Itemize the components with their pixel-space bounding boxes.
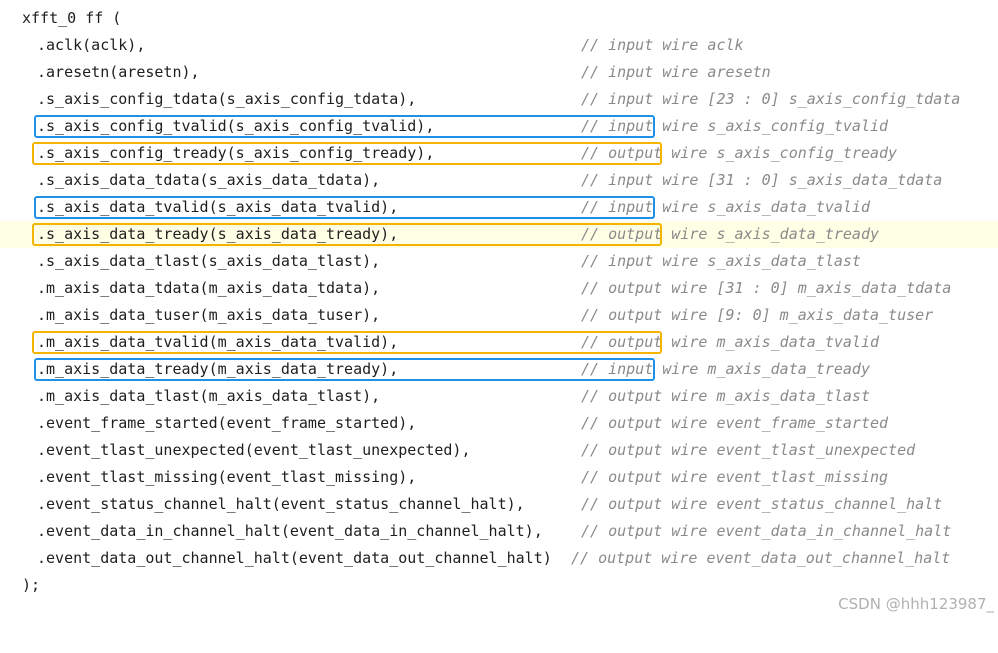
code-header-line: xfft_0 ff ( xyxy=(0,5,998,32)
port-map-line: .s_axis_config_tvalid(s_axis_config_tval… xyxy=(0,113,998,140)
port-comment: // input wire aresetn xyxy=(581,63,771,81)
port-connection: .event_tlast_unexpected(event_tlast_unex… xyxy=(37,441,471,459)
port-connection: .event_status_channel_halt(event_status_… xyxy=(37,495,525,513)
port-comment: // output wire event_data_out_channel_ha… xyxy=(571,549,951,567)
port-comment: // output wire event_tlast_missing xyxy=(581,468,889,486)
port-connection: .s_axis_data_tdata(s_axis_data_tdata), xyxy=(37,171,381,189)
port-map-line: .aresetn(aresetn), // input wire aresetn xyxy=(0,59,998,86)
port-comment: // output wire event_tlast_unexpected xyxy=(581,441,916,459)
port-comment: // output wire event_data_in_channel_hal… xyxy=(581,522,952,540)
port-map-line: .s_axis_data_tlast(s_axis_data_tlast), //… xyxy=(0,248,998,275)
port-map-line: .event_tlast_unexpected(event_tlast_unex… xyxy=(0,437,998,464)
port-comment: // output wire [9: 0] m_axis_data_tuser xyxy=(581,306,934,324)
port-comment: // input wire s_axis_data_tlast xyxy=(581,252,861,270)
blue-highlight-box xyxy=(34,115,655,138)
port-comment: // output wire event_status_channel_halt xyxy=(581,495,943,513)
port-connection: .event_data_in_channel_halt(event_data_i… xyxy=(37,522,543,540)
port-comment: // input wire [31 : 0] s_axis_data_tdata xyxy=(581,171,943,189)
port-map-line: .event_status_channel_halt(event_status_… xyxy=(0,491,998,518)
blue-highlight-box xyxy=(34,196,655,219)
port-connection: .aresetn(aresetn), xyxy=(37,63,200,81)
port-connection: .m_axis_data_tlast(m_axis_data_tlast), xyxy=(37,387,381,405)
port-comment: // input wire [23 : 0] s_axis_config_tda… xyxy=(581,90,961,108)
port-connection: .event_frame_started(event_frame_started… xyxy=(37,414,417,432)
port-map-line: .m_axis_data_tvalid(m_axis_data_tvalid),… xyxy=(0,329,998,356)
port-map-line: .event_tlast_missing(event_tlast_missing… xyxy=(0,464,998,491)
blue-highlight-box xyxy=(34,358,655,381)
orange-highlight-box xyxy=(32,331,662,354)
port-map-line: .s_axis_data_tready(s_axis_data_tready),… xyxy=(0,221,998,248)
orange-highlight-box xyxy=(32,223,662,246)
port-map-line: .s_axis_data_tvalid(s_axis_data_tvalid),… xyxy=(0,194,998,221)
port-map-line: .event_data_in_channel_halt(event_data_i… xyxy=(0,518,998,545)
port-map-line: .event_data_out_channel_halt(event_data_… xyxy=(0,545,998,572)
port-connection: .event_data_out_channel_halt(event_data_… xyxy=(37,549,552,567)
port-connection: .s_axis_data_tlast(s_axis_data_tlast), xyxy=(37,252,381,270)
port-map-line: .event_frame_started(event_frame_started… xyxy=(0,410,998,437)
port-map-line: .m_axis_data_tready(m_axis_data_tready),… xyxy=(0,356,998,383)
port-connection: .event_tlast_missing(event_tlast_missing… xyxy=(37,468,417,486)
port-connection: .m_axis_data_tdata(m_axis_data_tdata), xyxy=(37,279,381,297)
module-instance-header: xfft_0 ff ( xyxy=(22,9,122,27)
port-map-line: .s_axis_data_tdata(s_axis_data_tdata), //… xyxy=(0,167,998,194)
port-comment: // output wire m_axis_data_tlast xyxy=(581,387,870,405)
port-connection: .aclk(aclk), xyxy=(37,36,146,54)
csdn-watermark: CSDN @hhh123987_ xyxy=(838,595,994,613)
port-map-line: .m_axis_data_tuser(m_axis_data_tuser), //… xyxy=(0,302,998,329)
port-map-line: .aclk(aclk), // input wire aclk xyxy=(0,32,998,59)
port-connection: .m_axis_data_tuser(m_axis_data_tuser), xyxy=(37,306,381,324)
port-map-line: .s_axis_config_tready(s_axis_config_trea… xyxy=(0,140,998,167)
module-instance-footer: ); xyxy=(22,576,41,594)
port-comment: // output wire [31 : 0] m_axis_data_tdat… xyxy=(581,279,952,297)
port-comment: // input wire aclk xyxy=(581,36,744,54)
port-map-line: .s_axis_config_tdata(s_axis_config_tdata… xyxy=(0,86,998,113)
port-connection: .s_axis_config_tdata(s_axis_config_tdata… xyxy=(37,90,417,108)
orange-highlight-box xyxy=(32,142,662,165)
port-map-line: .m_axis_data_tdata(m_axis_data_tdata), //… xyxy=(0,275,998,302)
port-comment: // output wire event_frame_started xyxy=(581,414,889,432)
code-listing: xfft_0 ff ( .aclk(aclk), // input wire ac… xyxy=(0,0,998,619)
port-map-line: .m_axis_data_tlast(m_axis_data_tlast), //… xyxy=(0,383,998,410)
